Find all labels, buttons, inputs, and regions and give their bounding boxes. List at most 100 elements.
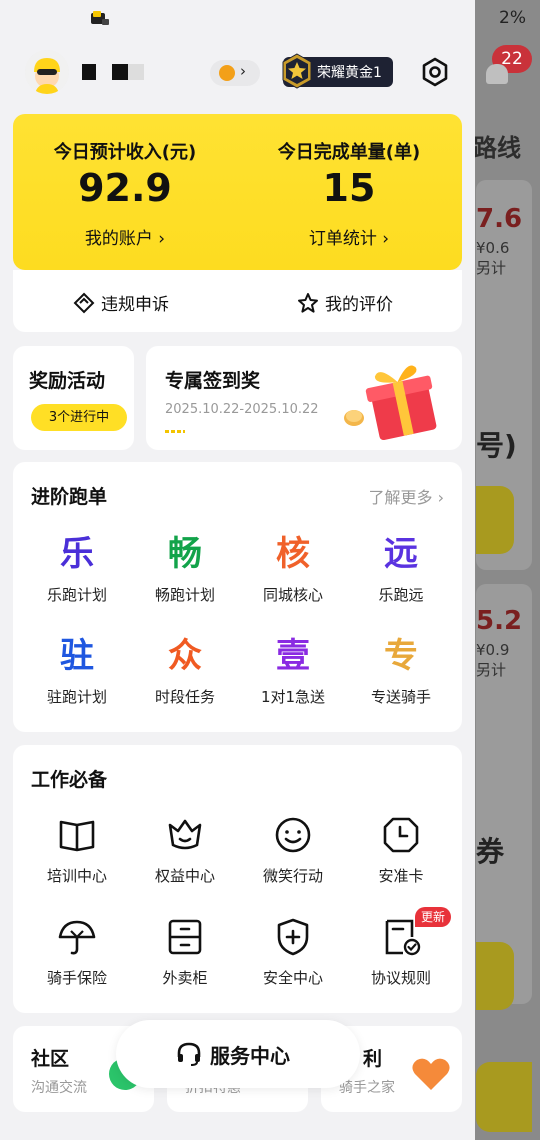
avatar[interactable] (25, 50, 69, 94)
background-button (476, 486, 514, 554)
grid-item-label: 协议规则 (370, 969, 431, 987)
background-sub: 另计 (476, 259, 507, 277)
locker-icon (168, 919, 202, 955)
section-title: 工作必备 (31, 769, 108, 791)
grid-item-benefits-center[interactable]: 权益中心 (131, 813, 239, 886)
orders-label: 今日完成单量(单) (277, 142, 421, 163)
checkin-title: 专属签到奖 (165, 370, 261, 392)
lepao-icon: 乐 (60, 534, 94, 574)
grid-item-changpao-plan[interactable]: 畅 畅跑计划 (131, 532, 239, 605)
my-rating-button[interactable]: 我的评价 (297, 290, 393, 315)
battery-percent: 2% (499, 8, 526, 28)
settings-icon[interactable] (420, 57, 450, 87)
learn-more-label: 了解更多 (368, 488, 433, 507)
lepao-far-icon: 远 (384, 534, 418, 574)
grid-item-zhupao-plan[interactable]: 驻 驻跑计划 (23, 634, 131, 707)
grid-item-label: 安全中心 (262, 969, 323, 987)
grid-item-lepao-plan[interactable]: 乐 乐跑计划 (23, 532, 131, 605)
clock-card-icon (383, 817, 419, 853)
reward-activities-card[interactable]: 奖励活动 3个进行中 (13, 346, 134, 450)
chevron-right-icon: › (240, 62, 246, 80)
crown-icon (168, 819, 202, 850)
background-sub: ¥0.6 (476, 239, 510, 257)
community-subtitle: 沟通交流 (31, 1080, 87, 1096)
checkin-dates: 2025.10.22-2025.10.22 (165, 402, 319, 417)
profile-drawer: › 荣耀黄金1 今日预计收入(元) 92.9 我的账户 › 今日完成单量(单) … (0, 0, 475, 1140)
learn-more-link[interactable]: 了解更多 › (368, 484, 444, 508)
time-slot-icon: 众 (168, 636, 202, 676)
gavel-icon (73, 292, 95, 314)
grid-item-label: 畅跑计划 (154, 586, 215, 604)
grid-item-label: 微笑行动 (262, 867, 323, 885)
grid-item-label: 安准卡 (378, 867, 424, 885)
grid-item-time-slot-task[interactable]: 众 时段任务 (131, 634, 239, 707)
my-account-link[interactable]: 我的账户 › (13, 224, 237, 249)
grid-item-rider-insurance[interactable]: 骑手保险 (23, 915, 131, 988)
background-sub: 另计 (476, 661, 507, 679)
background-amount: 5.2 (476, 606, 523, 636)
grid-item-label: 权益中心 (154, 867, 215, 885)
welfare-title: 利 (363, 1048, 383, 1070)
reward-count-pill: 3个进行中 (31, 404, 127, 431)
income-label: 今日预计收入(元) (53, 142, 197, 163)
order-stats-link[interactable]: 订单统计 › (237, 224, 461, 249)
update-badge: 更新 (415, 907, 452, 927)
book-icon (59, 820, 95, 852)
grid-item-punctual-card[interactable]: 安准卡 (347, 813, 455, 886)
grid-item-smile-action[interactable]: 微笑行动 (239, 813, 347, 886)
coin-balance-button[interactable]: › (210, 60, 260, 86)
headset-icon (177, 1042, 201, 1066)
chevron-right-icon: › (437, 488, 444, 507)
coin-icon (219, 65, 235, 81)
orders-value: 15 (322, 166, 376, 210)
grid-item-agreement-rules[interactable]: 协议规则 更新 (347, 907, 455, 988)
background-button (476, 942, 514, 1010)
smile-icon (275, 817, 311, 853)
checkin-progress (165, 430, 185, 433)
background-text: 号) (476, 429, 517, 462)
orders-column[interactable]: 今日完成单量(单) 15 订单统计 › (237, 114, 461, 270)
my-account-label: 我的账户 (84, 229, 153, 249)
grid-item-one-to-one[interactable]: 壹 1对1急送 (239, 634, 347, 707)
checkin-reward-card[interactable]: 专属签到奖 2025.10.22-2025.10.22 (146, 346, 462, 450)
income-column[interactable]: 今日预计收入(元) 92.9 我的账户 › (13, 114, 237, 270)
heart-icon (412, 1058, 450, 1090)
city-core-icon: 核 (276, 534, 310, 574)
changpao-icon: 畅 (168, 534, 202, 574)
grid-item-label: 专送骑手 (370, 688, 431, 706)
work-essentials-section: 工作必备 培训中心 权益中心 微笑行动 安准卡 骑手保险 外卖柜 安全中心 协议… (13, 745, 462, 1013)
violation-appeal-label: 违规申诉 (101, 295, 169, 315)
background-sub: ¥0.9 (476, 641, 510, 659)
background-button (476, 1062, 532, 1132)
grid-item-label: 1对1急送 (260, 688, 326, 706)
grid-item-label: 乐跑远 (378, 586, 424, 604)
income-card: 今日预计收入(元) 92.9 我的账户 › 今日完成单量(单) 15 订单统计 … (13, 114, 462, 270)
grid-item-training-center[interactable]: 培训中心 (23, 813, 131, 886)
advanced-running-section: 进阶跑单 了解更多 › 乐 乐跑计划 畅 畅跑计划 核 同城核心 远 乐跑远 驻… (13, 462, 462, 732)
grid-item-food-locker[interactable]: 外卖柜 (131, 915, 239, 988)
grid-item-lepao-far[interactable]: 远 乐跑远 (347, 532, 455, 605)
rider-avatar-icon (25, 50, 69, 94)
grid-item-label: 时段任务 (154, 688, 215, 706)
my-rating-label: 我的评价 (325, 295, 393, 315)
grid-item-dedicated-rider[interactable]: 专 专送骑手 (347, 634, 455, 707)
grid-item-safety-center[interactable]: 安全中心 (239, 915, 347, 988)
one-to-one-icon: 壹 (276, 636, 310, 676)
reward-title: 奖励活动 (29, 370, 106, 392)
grid-item-label: 外卖柜 (162, 969, 208, 987)
grid-item-city-core[interactable]: 核 同城核心 (239, 532, 347, 605)
rank-badge[interactable]: 荣耀黄金1 (282, 53, 393, 89)
route-text: 路线 (473, 134, 521, 162)
income-value: 92.9 (78, 166, 172, 210)
service-center-button[interactable]: 服务中心 (116, 1020, 360, 1088)
star-icon (298, 293, 318, 313)
grid-item-label: 骑手保险 (46, 969, 107, 987)
grid-item-label: 同城核心 (262, 586, 323, 604)
chevron-right-icon: › (382, 229, 390, 249)
community-title: 社区 (31, 1048, 70, 1070)
background-text: 券 (476, 835, 505, 868)
drawer-header: › 荣耀黄金1 (0, 40, 475, 110)
grid-item-label: 乐跑计划 (46, 586, 107, 604)
violation-appeal-button[interactable]: 违规申诉 (73, 290, 169, 315)
chevron-right-icon: › (158, 229, 166, 249)
